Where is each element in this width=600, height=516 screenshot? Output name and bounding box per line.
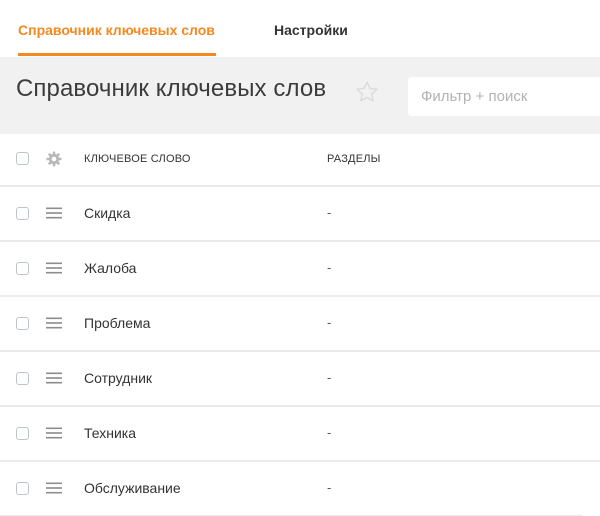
drag-handle-icon[interactable] xyxy=(46,427,62,439)
table-row[interactable]: Скидка - xyxy=(0,187,600,242)
sections-cell: - xyxy=(327,260,332,275)
row-checkbox[interactable] xyxy=(16,207,29,220)
row-checkbox[interactable] xyxy=(16,317,29,330)
keyword-cell[interactable]: Обслуживание xyxy=(84,480,181,496)
star-outline-icon[interactable] xyxy=(354,79,380,105)
keyword-cell[interactable]: Жалоба xyxy=(84,260,136,276)
table-header: Ключевое слово Разделы xyxy=(0,134,600,187)
drag-handle-icon[interactable] xyxy=(46,262,62,274)
sections-cell: - xyxy=(327,315,332,330)
drag-handle-icon[interactable] xyxy=(46,372,62,384)
drag-handle-icon[interactable] xyxy=(46,207,62,219)
table-row[interactable]: Проблема - xyxy=(0,297,600,352)
keyword-cell[interactable]: Техника xyxy=(84,425,136,441)
gear-icon[interactable] xyxy=(46,151,62,167)
search-input[interactable] xyxy=(408,77,600,116)
table-row[interactable]: Обслуживание - xyxy=(0,462,583,516)
page-header: Справочник ключевых слов xyxy=(0,57,600,134)
sections-cell: - xyxy=(327,205,332,220)
table-row[interactable]: Сотрудник - xyxy=(0,352,600,407)
keyword-cell[interactable]: Сотрудник xyxy=(84,370,152,386)
table-row[interactable]: Жалоба - xyxy=(0,242,600,297)
keyword-cell[interactable]: Скидка xyxy=(84,205,130,221)
table-row[interactable]: Техника - xyxy=(0,407,600,462)
sections-cell: - xyxy=(327,370,332,385)
column-header-keyword[interactable]: Ключевое слово xyxy=(84,153,191,165)
drag-handle-icon[interactable] xyxy=(46,317,62,329)
tab-keywords-directory[interactable]: Справочник ключевых слов xyxy=(18,0,216,57)
drag-handle-icon[interactable] xyxy=(46,482,62,494)
row-checkbox[interactable] xyxy=(16,482,29,495)
column-header-sections[interactable]: Разделы xyxy=(327,153,381,165)
keyword-cell[interactable]: Проблема xyxy=(84,315,150,331)
tab-bar: Справочник ключевых слов Настройки xyxy=(0,0,600,57)
page-title: Справочник ключевых слов xyxy=(16,75,327,102)
sections-cell: - xyxy=(327,425,332,440)
row-checkbox[interactable] xyxy=(16,427,29,440)
select-all-checkbox[interactable] xyxy=(16,152,29,165)
row-checkbox[interactable] xyxy=(16,262,29,275)
sections-cell: - xyxy=(327,480,332,495)
tab-settings[interactable]: Настройки xyxy=(274,0,348,57)
row-checkbox[interactable] xyxy=(16,372,29,385)
table-body: Скидка - Жалоба - Проблема - Сотрудник - xyxy=(0,187,600,516)
